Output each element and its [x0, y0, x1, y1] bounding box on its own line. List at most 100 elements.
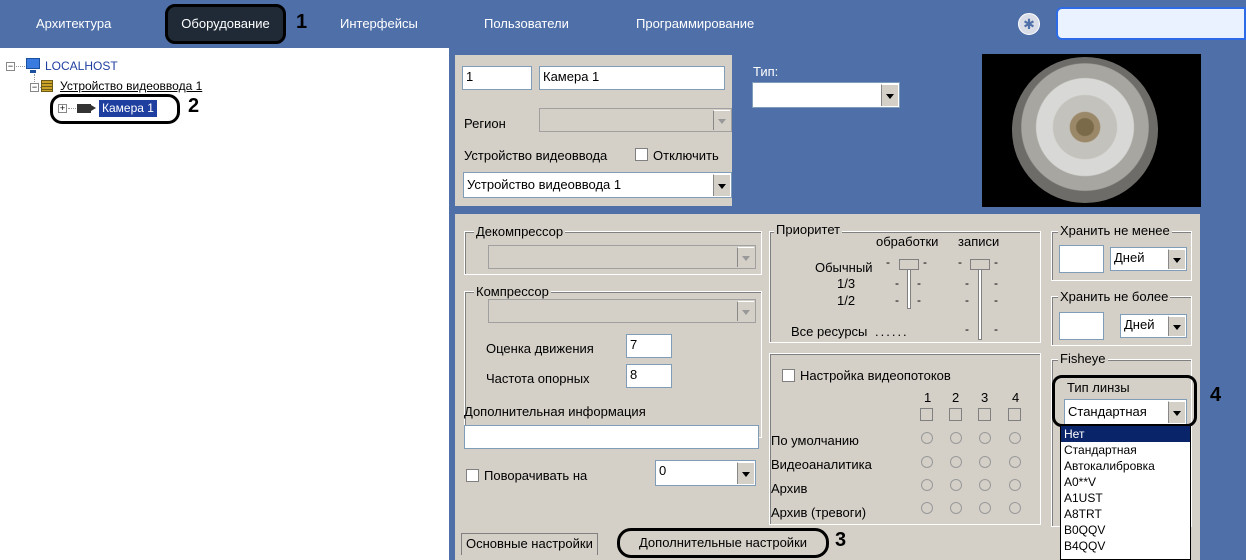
rotate-label: Поворачивать на — [484, 468, 588, 483]
video-device-icon — [41, 80, 53, 92]
recording-priority-track[interactable] — [978, 261, 982, 340]
rotate-select[interactable]: 0 — [655, 460, 756, 486]
keyframe-rate-input[interactable]: 8 — [626, 364, 672, 388]
stream-row-default: По умолчанию — [771, 433, 859, 448]
extra-info-input[interactable] — [464, 425, 759, 449]
tree-node-camera[interactable]: Камера 1 — [99, 100, 157, 117]
lens-option-none[interactable]: Нет — [1061, 426, 1190, 442]
chevron-down-icon — [1168, 316, 1185, 336]
collapse-icon[interactable]: − — [6, 62, 15, 71]
tab-basic-settings[interactable]: Основные настройки — [461, 533, 598, 555]
decompressor-title: Декомпрессор — [474, 224, 566, 239]
stream-radio[interactable] — [979, 479, 991, 491]
stream-radio[interactable] — [921, 456, 933, 468]
lens-option-b0qqv[interactable]: B0QQV — [1061, 522, 1190, 538]
stream-radio[interactable] — [921, 432, 933, 444]
priority-recording-header: записи — [958, 234, 1000, 249]
lens-option-a1ust[interactable]: A1UST — [1061, 490, 1190, 506]
video-streams-checkbox[interactable] — [782, 369, 795, 382]
collapse-icon[interactable]: − — [30, 83, 39, 92]
stream-radio[interactable] — [950, 479, 962, 491]
type-select[interactable] — [752, 82, 900, 108]
region-select[interactable] — [539, 108, 732, 132]
lens-option-standard[interactable]: Стандартная — [1061, 442, 1190, 458]
stream-col-4: 4 — [1012, 390, 1020, 405]
callout-4: 4 — [1210, 384, 1222, 406]
fisheye-title: Fisheye — [1058, 351, 1108, 366]
stream-row-archive: Архив — [771, 481, 808, 496]
stream-col-3: 3 — [981, 390, 989, 405]
stream-radio[interactable] — [950, 502, 962, 514]
lens-type-highlight — [1052, 375, 1197, 427]
lens-option-a0v[interactable]: A0**V — [1061, 474, 1190, 490]
store-max-unit-select[interactable]: Дней — [1120, 314, 1187, 338]
chevron-down-icon — [881, 84, 898, 106]
stream-4-checkbox[interactable] — [1008, 408, 1021, 421]
stream-radio[interactable] — [950, 456, 962, 468]
compressor-title: Компрессор — [474, 284, 551, 299]
stream-radio[interactable] — [979, 456, 991, 468]
camera-preview-image — [982, 54, 1201, 207]
store-max-input[interactable] — [1059, 312, 1104, 340]
compressor-select[interactable] — [488, 299, 756, 323]
priority-all-label: Все ресурсы — [791, 324, 868, 339]
decompressor-select[interactable] — [488, 245, 756, 269]
stream-2-checkbox[interactable] — [949, 408, 962, 421]
stream-row-alarm-archive: Архив (тревоги) — [771, 505, 867, 520]
tree-node-localhost[interactable]: LOCALHOST — [45, 59, 118, 73]
lens-option-b4qqv[interactable]: B4QQV — [1061, 538, 1190, 554]
menu-interfaces[interactable]: Интерфейсы — [340, 0, 418, 48]
video-device-label: Устройство видеоввода — [464, 148, 608, 163]
stream-3-checkbox[interactable] — [978, 408, 991, 421]
camera-name-input[interactable]: Камера 1 — [539, 66, 725, 90]
video-streams-title: Настройка видеопотоков — [800, 368, 951, 383]
disable-label: Отключить — [653, 148, 719, 163]
stream-radio[interactable] — [979, 502, 991, 514]
lens-option-a8trt[interactable]: A8TRT — [1061, 506, 1190, 522]
priority-normal-label: Обычный — [815, 260, 873, 275]
priority-title: Приоритет — [774, 222, 843, 237]
processing-priority-thumb[interactable] — [899, 259, 919, 270]
tree-node-device[interactable]: Устройство видеоввода 1 — [60, 79, 202, 93]
rotate-checkbox[interactable] — [466, 469, 479, 482]
chevron-down-icon — [737, 301, 754, 321]
settings-icon[interactable]: ✱ — [1018, 13, 1040, 35]
computer-icon — [26, 58, 40, 73]
identity-panel: 1 Камера 1 Регион Устройство видеоввода … — [455, 55, 732, 206]
store-max-title: Хранить не более — [1058, 289, 1171, 304]
motion-estimation-input[interactable]: 7 — [626, 334, 672, 358]
tab-advanced-settings[interactable]: Дополнительные настройки — [617, 528, 829, 558]
stream-radio[interactable] — [1009, 502, 1021, 514]
store-min-input[interactable] — [1059, 245, 1104, 273]
store-min-title: Хранить не менее — [1058, 223, 1172, 238]
callout-2: 2 — [188, 95, 200, 117]
stream-radio[interactable] — [950, 432, 962, 444]
stream-radio[interactable] — [1009, 479, 1021, 491]
store-min-unit-select[interactable]: Дней — [1110, 247, 1187, 271]
camera-id-input[interactable]: 1 — [462, 66, 532, 90]
expand-icon[interactable]: + — [58, 104, 67, 113]
chevron-down-icon — [737, 247, 754, 267]
stream-col-2: 2 — [952, 390, 960, 405]
video-device-select[interactable]: Устройство видеоввода 1 — [463, 172, 732, 198]
priority-half-label: 1/2 — [837, 293, 856, 308]
stream-radio[interactable] — [979, 432, 991, 444]
stream-1-checkbox[interactable] — [920, 408, 933, 421]
stream-radio[interactable] — [1009, 432, 1021, 444]
top-search-input[interactable] — [1056, 7, 1246, 40]
menu-programming[interactable]: Программирование — [636, 0, 754, 48]
menu-equipment[interactable]: Оборудование — [165, 4, 286, 44]
keyframe-rate-label: Частота опорных — [486, 371, 590, 386]
stream-row-analytics: Видеоаналитика — [771, 457, 872, 472]
stream-radio[interactable] — [1009, 456, 1021, 468]
stream-radio[interactable] — [921, 502, 933, 514]
top-menu-bar: Архитектура Оборудование 1 Интерфейсы По… — [0, 0, 1246, 48]
disable-checkbox[interactable] — [635, 148, 648, 161]
menu-users[interactable]: Пользователи — [484, 0, 569, 48]
menu-architecture[interactable]: Архитектура — [36, 0, 111, 48]
object-tree: − LOCALHOST − Устройство видеоввода 1 + … — [0, 52, 445, 560]
recording-priority-thumb[interactable] — [970, 259, 990, 270]
lens-option-autocalibration[interactable]: Автокалибровка — [1061, 458, 1190, 474]
motion-estimation-label: Оценка движения — [486, 341, 594, 356]
stream-radio[interactable] — [921, 479, 933, 491]
